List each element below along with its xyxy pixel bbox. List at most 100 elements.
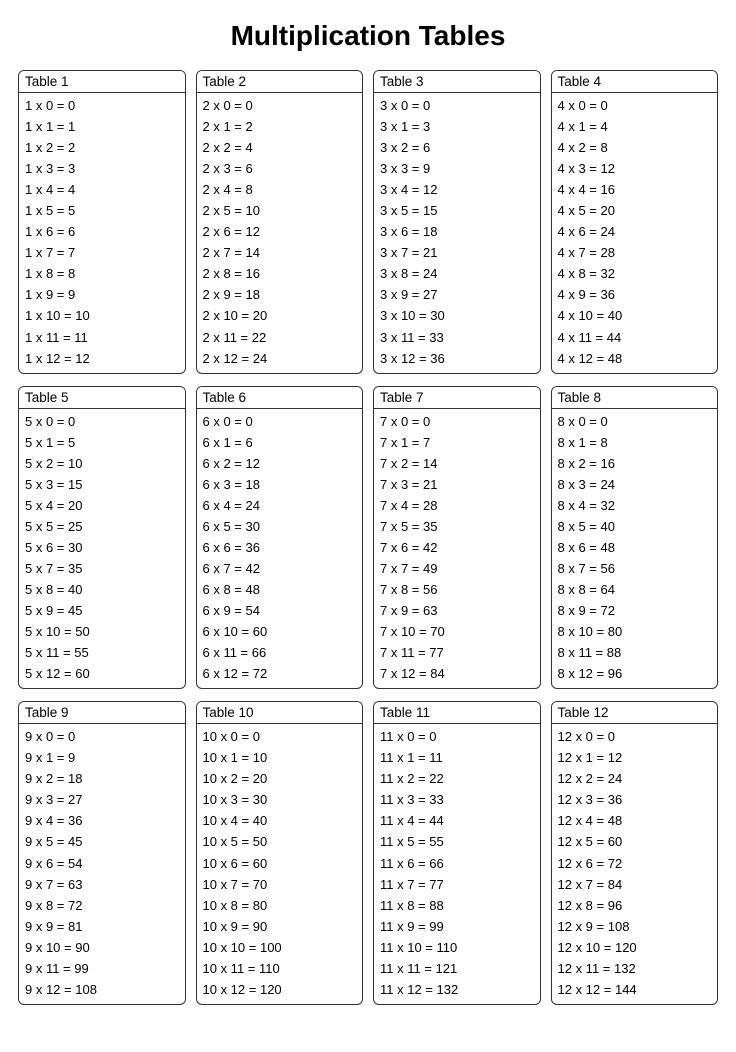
table-row: 12 x 4 = 48 (558, 810, 712, 831)
table-row: 12 x 1 = 12 (558, 747, 712, 768)
table-row: 11 x 1 = 11 (380, 747, 534, 768)
table-rows-11: 11 x 0 = 011 x 1 = 1111 x 2 = 2211 x 3 =… (374, 724, 540, 1004)
table-row: 6 x 11 = 66 (203, 642, 357, 663)
table-row: 11 x 7 = 77 (380, 874, 534, 895)
table-row: 9 x 3 = 27 (25, 789, 179, 810)
table-rows-1: 1 x 0 = 01 x 1 = 11 x 2 = 21 x 3 = 31 x … (19, 93, 185, 373)
table-row: 2 x 6 = 12 (203, 221, 357, 242)
table-row: 3 x 12 = 36 (380, 348, 534, 369)
table-row: 12 x 10 = 120 (558, 937, 712, 958)
table-row: 6 x 7 = 42 (203, 558, 357, 579)
table-row: 12 x 5 = 60 (558, 831, 712, 852)
table-row: 8 x 6 = 48 (558, 537, 712, 558)
table-row: 8 x 10 = 80 (558, 621, 712, 642)
multiplication-table-11: Table 1111 x 0 = 011 x 1 = 1111 x 2 = 22… (373, 701, 541, 1005)
table-row: 3 x 5 = 15 (380, 200, 534, 221)
table-row: 1 x 4 = 4 (25, 179, 179, 200)
table-row: 3 x 11 = 33 (380, 327, 534, 348)
table-title-8: Table 8 (552, 387, 718, 409)
table-title-11: Table 11 (374, 702, 540, 724)
table-title-5: Table 5 (19, 387, 185, 409)
table-row: 7 x 2 = 14 (380, 453, 534, 474)
table-row: 2 x 9 = 18 (203, 284, 357, 305)
table-row: 6 x 6 = 36 (203, 537, 357, 558)
table-row: 6 x 3 = 18 (203, 474, 357, 495)
table-row: 1 x 10 = 10 (25, 305, 179, 326)
multiplication-table-5: Table 55 x 0 = 05 x 1 = 55 x 2 = 105 x 3… (18, 386, 186, 690)
table-row: 1 x 1 = 1 (25, 116, 179, 137)
table-title-6: Table 6 (197, 387, 363, 409)
table-title-3: Table 3 (374, 71, 540, 93)
table-row: 2 x 1 = 2 (203, 116, 357, 137)
page-title: Multiplication Tables (18, 20, 718, 52)
multiplication-table-6: Table 66 x 0 = 06 x 1 = 66 x 2 = 126 x 3… (196, 386, 364, 690)
table-row: 7 x 0 = 0 (380, 411, 534, 432)
table-row: 11 x 10 = 110 (380, 937, 534, 958)
table-row: 11 x 11 = 121 (380, 958, 534, 979)
table-row: 10 x 8 = 80 (203, 895, 357, 916)
table-row: 6 x 1 = 6 (203, 432, 357, 453)
table-rows-9: 9 x 0 = 09 x 1 = 99 x 2 = 189 x 3 = 279 … (19, 724, 185, 1004)
multiplication-table-2: Table 22 x 0 = 02 x 1 = 22 x 2 = 42 x 3 … (196, 70, 364, 374)
table-row: 6 x 4 = 24 (203, 495, 357, 516)
table-row: 10 x 5 = 50 (203, 831, 357, 852)
table-row: 9 x 0 = 0 (25, 726, 179, 747)
multiplication-table-8: Table 88 x 0 = 08 x 1 = 88 x 2 = 168 x 3… (551, 386, 719, 690)
table-row: 7 x 7 = 49 (380, 558, 534, 579)
table-row: 11 x 9 = 99 (380, 916, 534, 937)
table-row: 11 x 12 = 132 (380, 979, 534, 1000)
table-row: 10 x 4 = 40 (203, 810, 357, 831)
table-row: 6 x 10 = 60 (203, 621, 357, 642)
table-title-12: Table 12 (552, 702, 718, 724)
table-row: 9 x 1 = 9 (25, 747, 179, 768)
table-row: 10 x 10 = 100 (203, 937, 357, 958)
table-rows-5: 5 x 0 = 05 x 1 = 55 x 2 = 105 x 3 = 155 … (19, 409, 185, 689)
table-row: 1 x 9 = 9 (25, 284, 179, 305)
table-row: 10 x 12 = 120 (203, 979, 357, 1000)
table-row: 8 x 9 = 72 (558, 600, 712, 621)
table-row: 9 x 8 = 72 (25, 895, 179, 916)
table-row: 2 x 11 = 22 (203, 327, 357, 348)
table-row: 11 x 0 = 0 (380, 726, 534, 747)
table-row: 1 x 11 = 11 (25, 327, 179, 348)
table-row: 2 x 5 = 10 (203, 200, 357, 221)
table-row: 7 x 5 = 35 (380, 516, 534, 537)
table-row: 3 x 10 = 30 (380, 305, 534, 326)
table-row: 12 x 7 = 84 (558, 874, 712, 895)
table-row: 9 x 12 = 108 (25, 979, 179, 1000)
table-rows-4: 4 x 0 = 04 x 1 = 44 x 2 = 84 x 3 = 124 x… (552, 93, 718, 373)
table-row: 4 x 11 = 44 (558, 327, 712, 348)
table-row: 8 x 1 = 8 (558, 432, 712, 453)
table-row: 2 x 7 = 14 (203, 242, 357, 263)
table-row: 6 x 12 = 72 (203, 663, 357, 684)
table-row: 10 x 9 = 90 (203, 916, 357, 937)
table-row: 9 x 11 = 99 (25, 958, 179, 979)
table-row: 12 x 6 = 72 (558, 853, 712, 874)
table-title-4: Table 4 (552, 71, 718, 93)
tables-grid: Table 11 x 0 = 01 x 1 = 11 x 2 = 21 x 3 … (18, 70, 718, 1005)
multiplication-table-12: Table 1212 x 0 = 012 x 1 = 1212 x 2 = 24… (551, 701, 719, 1005)
table-rows-7: 7 x 0 = 07 x 1 = 77 x 2 = 147 x 3 = 217 … (374, 409, 540, 689)
table-row: 7 x 8 = 56 (380, 579, 534, 600)
table-row: 10 x 2 = 20 (203, 768, 357, 789)
table-row: 7 x 9 = 63 (380, 600, 534, 621)
table-row: 3 x 6 = 18 (380, 221, 534, 242)
table-row: 7 x 3 = 21 (380, 474, 534, 495)
multiplication-table-1: Table 11 x 0 = 01 x 1 = 11 x 2 = 21 x 3 … (18, 70, 186, 374)
table-row: 6 x 5 = 30 (203, 516, 357, 537)
table-row: 2 x 4 = 8 (203, 179, 357, 200)
table-row: 8 x 4 = 32 (558, 495, 712, 516)
multiplication-table-7: Table 77 x 0 = 07 x 1 = 77 x 2 = 147 x 3… (373, 386, 541, 690)
table-row: 8 x 8 = 64 (558, 579, 712, 600)
table-row: 4 x 7 = 28 (558, 242, 712, 263)
table-row: 5 x 4 = 20 (25, 495, 179, 516)
table-row: 7 x 6 = 42 (380, 537, 534, 558)
table-row: 10 x 7 = 70 (203, 874, 357, 895)
table-row: 5 x 9 = 45 (25, 600, 179, 621)
table-row: 9 x 6 = 54 (25, 853, 179, 874)
table-row: 12 x 8 = 96 (558, 895, 712, 916)
table-row: 8 x 0 = 0 (558, 411, 712, 432)
table-row: 2 x 10 = 20 (203, 305, 357, 326)
table-row: 2 x 12 = 24 (203, 348, 357, 369)
table-row: 5 x 12 = 60 (25, 663, 179, 684)
